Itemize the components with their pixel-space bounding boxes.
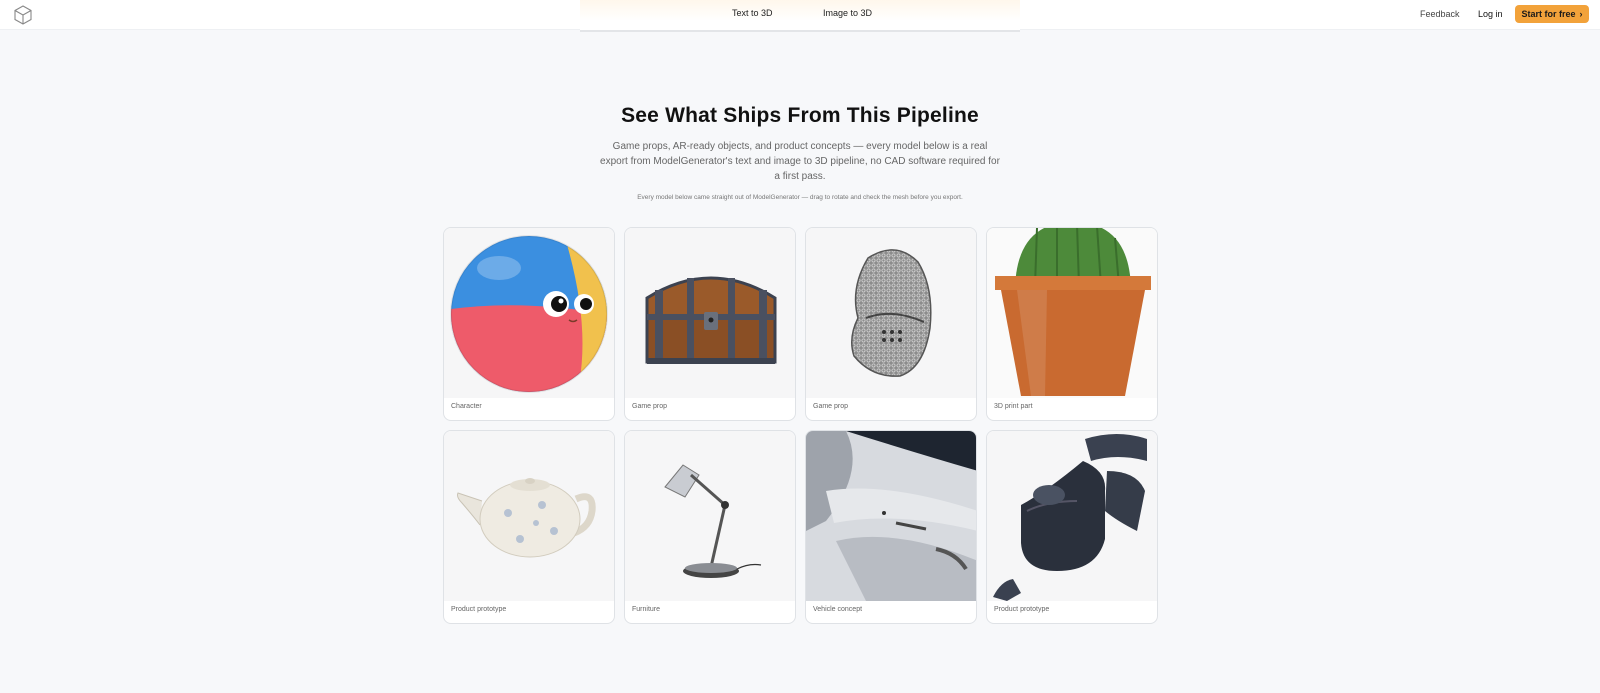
model-category: Character: [451, 403, 482, 410]
model-preview[interactable]: [987, 431, 1157, 601]
model-card[interactable]: Product prototype: [443, 430, 615, 624]
model-category: Game prop: [632, 403, 668, 410]
treasure-chest-icon: [645, 276, 777, 364]
model-gallery: Character Game prop Game prop 3D print p…: [443, 227, 1159, 625]
model-preview[interactable]: [625, 228, 795, 398]
model-category: Vehicle concept: [813, 606, 863, 613]
model-preview[interactable]: [444, 228, 614, 398]
tab-text-to-3d[interactable]: Text to 3D: [732, 8, 773, 18]
vehicle-panel-icon: [806, 431, 976, 601]
model-preview[interactable]: [625, 431, 795, 601]
model-category: Furniture: [632, 606, 661, 613]
model-card[interactable]: Game prop: [624, 227, 796, 421]
model-preview[interactable]: [987, 228, 1157, 398]
desk-lamp-icon: [664, 464, 762, 578]
page-title: See What Ships From This Pipeline: [621, 104, 979, 127]
model-category: 3D print part: [994, 403, 1033, 410]
ball-character-icon: [450, 235, 608, 393]
cactus-pot-icon: [987, 228, 1157, 398]
model-card[interactable]: Character: [443, 227, 615, 421]
teapot-icon: [457, 478, 596, 558]
page-subtitle: Game props, AR-ready objects, and produc…: [600, 141, 1000, 182]
tab-image-to-3d[interactable]: Image to 3D: [823, 8, 872, 18]
mode-tabs: Text to 3D Image to 3D: [580, 0, 1020, 32]
model-card[interactable]: Furniture: [624, 430, 796, 624]
model-category: Game prop: [813, 403, 849, 410]
model-category: Product prototype: [994, 606, 1050, 613]
model-card[interactable]: Vehicle concept: [805, 430, 977, 624]
model-card[interactable]: 3D print part: [986, 227, 1158, 421]
model-preview[interactable]: [806, 228, 976, 398]
chevron-right-icon: ›: [1579, 9, 1583, 19]
cube-icon[interactable]: [12, 4, 34, 26]
model-card[interactable]: Game prop: [805, 227, 977, 421]
device-icon: [993, 434, 1147, 601]
model-preview[interactable]: [444, 431, 614, 601]
model-preview[interactable]: [806, 431, 976, 601]
top-nav: Text to 3D Image to 3D Feedback Log in S…: [0, 0, 1600, 32]
feedback-link[interactable]: Feedback: [1420, 9, 1460, 19]
model-category: Product prototype: [451, 606, 507, 613]
model-card[interactable]: Product prototype: [986, 430, 1158, 624]
gallery-caption: Every model below came straight out of M…: [637, 194, 963, 201]
cta-label: Start for free: [1521, 9, 1576, 19]
knight-helmet-icon: [851, 249, 932, 377]
login-link[interactable]: Log in: [1478, 9, 1503, 19]
start-for-free-button[interactable]: Start for free ›: [1515, 5, 1589, 23]
